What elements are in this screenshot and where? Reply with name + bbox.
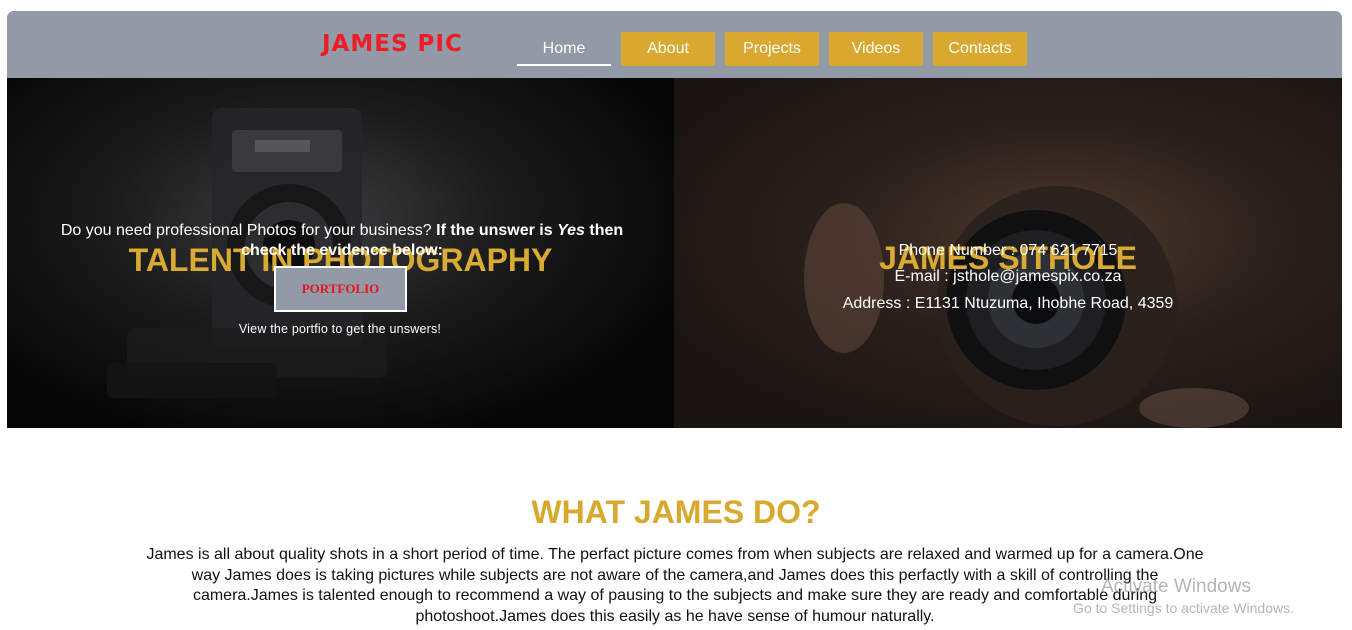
portfolio-button[interactable]: PORTFOLIO <box>274 266 407 312</box>
site: JAMES PIC Home About Projects Videos Con… <box>7 11 1342 428</box>
nav-home[interactable]: Home <box>517 32 611 66</box>
nav-projects[interactable]: Projects <box>725 32 819 66</box>
hero-intro-text: Do you need professional Photos for your… <box>60 222 437 239</box>
hero-caption: View the portfio to get the unswers! <box>238 322 442 336</box>
nav-videos[interactable]: Videos <box>829 32 923 66</box>
contact-address: Address : E1131 Ntuzuma, Ihobhe Road, 43… <box>842 295 1174 312</box>
contact-phone: Phone Number : 074 621 7715 <box>898 242 1118 259</box>
hero-intro-yes: Yes <box>557 222 585 239</box>
contact-email: E-mail : jsthole@jamespix.co.za <box>894 268 1122 285</box>
nav-about[interactable]: About <box>621 32 715 66</box>
hero-intro: Do you need professional Photos for your… <box>47 221 637 261</box>
hero-left-panel: TALENT IN PHOTOGRAPHY Do you need profes… <box>7 78 674 428</box>
watermark-subtitle: Go to Settings to activate Windows. <box>1073 600 1294 616</box>
hero: TALENT IN PHOTOGRAPHY Do you need profes… <box>7 78 1342 428</box>
activation-watermark: Activate Windows Go to Settings to activ… <box>1073 576 1294 616</box>
hero-right-panel: JAMES SITHOLE Phone Number : 074 621 771… <box>674 78 1342 428</box>
about-heading: WHAT JAMES DO? <box>531 494 821 530</box>
about-text: James is all about quality shots in a sh… <box>146 546 1204 625</box>
watermark-title: Activate Windows <box>1101 576 1251 597</box>
logo[interactable]: JAMES PIC <box>322 31 463 57</box>
nav-contacts[interactable]: Contacts <box>933 32 1027 66</box>
navbar: JAMES PIC Home About Projects Videos Con… <box>7 11 1342 78</box>
